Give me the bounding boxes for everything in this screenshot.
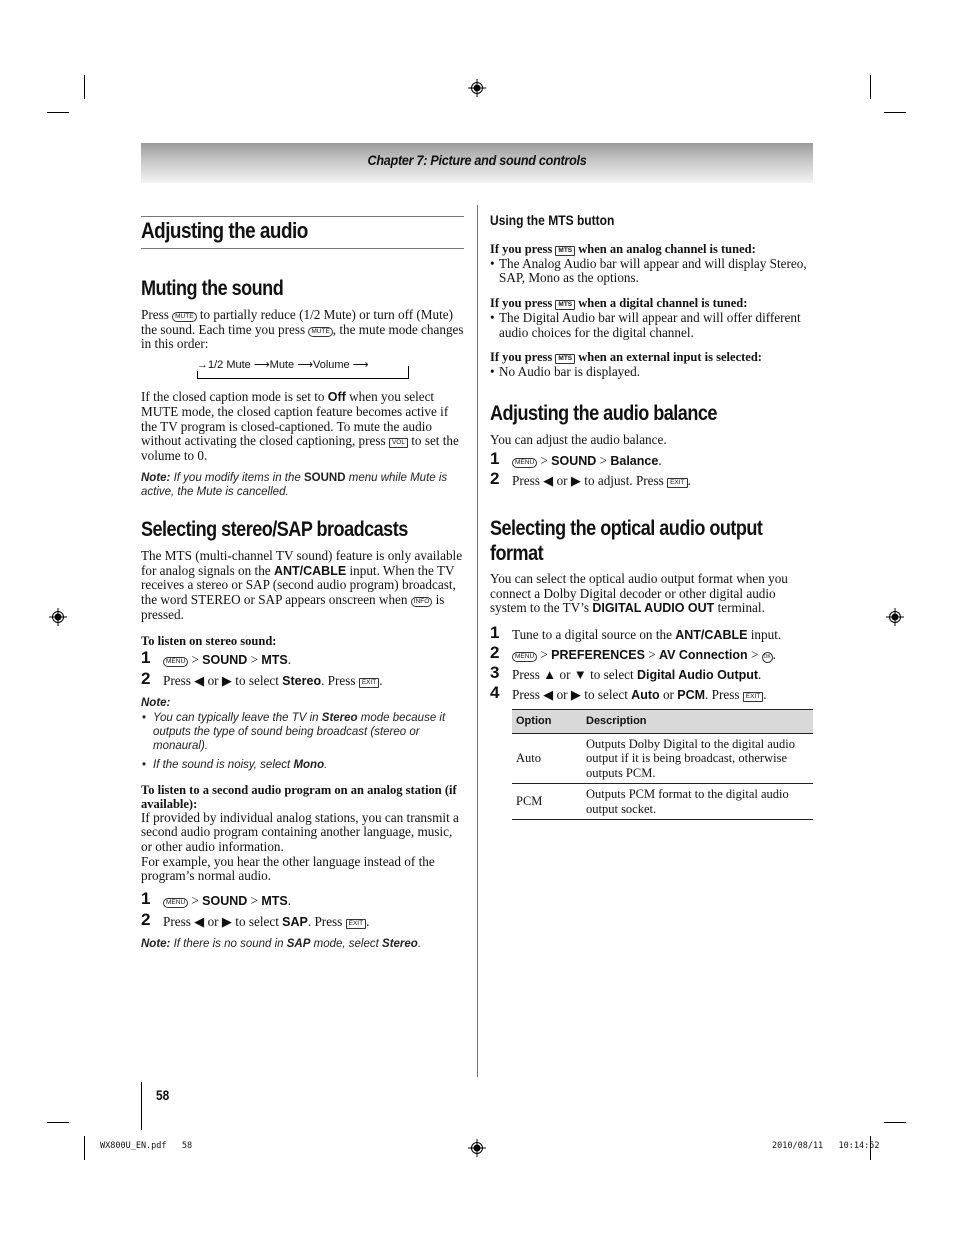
balance-step-2: 2 Press ◀ or ▶ to adjust. Press EXIT. [490, 469, 691, 489]
balance-section: You can adjust the audio balance. 1 MENU… [490, 432, 815, 489]
option-cell: Auto [512, 732, 582, 784]
section-heading-muting: Muting the sound [141, 277, 284, 300]
registration-mark-icon [468, 79, 486, 97]
crop-mark [870, 75, 871, 99]
crop-mark [884, 112, 906, 113]
mts-key-icon: MTS [555, 246, 576, 256]
info-key-icon: INFO [410, 597, 433, 608]
exit-key-icon: EXIT [742, 691, 764, 702]
muting-section: Press MUTE to partially reduce (1/2 Mute… [141, 307, 466, 499]
mts-item: If you press MTS when a digital channel … [490, 296, 815, 340]
exit-key-icon: EXIT [345, 918, 367, 929]
optical-step-4: 4 Press ◀ or ▶ to select Auto or PCM. Pr… [490, 682, 767, 702]
sap-subheading: To listen to a second audio program on a… [141, 782, 457, 811]
crop-mark [884, 1122, 906, 1123]
file-info: WX800U_EN.pdf 58 [100, 1141, 193, 1151]
section-heading-stereo: Selecting stereo/SAP broadcasts [141, 518, 408, 541]
muting-paragraph: Press MUTE to partially reduce (1/2 Mute… [141, 307, 464, 352]
column-header: Option [512, 709, 582, 734]
mute-cycle-diagram: →1/2 Mute ⟶Mute ⟶Volume ⟶ [141, 359, 466, 384]
crop-mark [47, 1122, 69, 1123]
title-rule-bottom [141, 248, 464, 249]
volume-key-icon: VOL [388, 438, 408, 449]
mute-key-icon: MUTE [308, 326, 333, 337]
mts-item: If you press MTS when an analog channel … [490, 242, 815, 286]
title-rule-top [141, 216, 464, 217]
cycle-step: Volume [312, 359, 350, 372]
exit-key-icon: EXIT [358, 677, 380, 688]
option-cell: PCM [512, 783, 582, 821]
optical-step-1: 1 Tune to a digital source on the ANT/CA… [490, 623, 782, 643]
mts-section: If you press MTS when an analog channel … [490, 242, 815, 380]
crop-mark [84, 75, 85, 99]
chapter-title: Chapter 7: Picture and sound controls [367, 152, 587, 168]
note-item: If the sound is noisy, select Mono. [141, 758, 466, 772]
stereo-step-1: 1 MENU > SOUND > MTS. [141, 648, 292, 668]
registration-mark-icon [49, 608, 67, 626]
cycle-step: Mute [269, 359, 295, 372]
description-cell: Outputs PCM format to the digital audio … [582, 783, 813, 821]
crop-mark [47, 112, 69, 113]
sap-step-2: 2 Press ◀ or ▶ to select SAP. Press EXIT… [141, 909, 370, 929]
mts-button-heading: Using the MTS button [490, 212, 615, 228]
sap-paragraph: If provided by individual analog station… [141, 809, 459, 855]
muting-note: Note: If you modify items in the SOUND m… [141, 471, 448, 498]
mts-item: If you press MTS when an external input … [490, 350, 815, 379]
registration-mark-icon [886, 608, 904, 626]
stereo-step-2: 2 Press ◀ or ▶ to select Stereo. Press E… [141, 668, 383, 688]
mts-paragraph: The MTS (multi-channel TV sound) feature… [141, 548, 463, 622]
optical-step-2: 2 MENU > PREFERENCES > AV Connection > O… [490, 642, 776, 663]
stereo-section: The MTS (multi-channel TV sound) feature… [141, 548, 466, 951]
stereo-subheading: To listen on stereo sound: [141, 633, 277, 648]
column-header: Description [582, 709, 813, 734]
optical-section: You can select the optical audio output … [490, 571, 815, 821]
table-row: PCM Outputs PCM format to the digital au… [512, 783, 813, 821]
mts-key-icon: MTS [555, 354, 576, 365]
registration-mark-icon [468, 1139, 486, 1157]
closed-caption-paragraph: If the closed caption mode is set to Off… [141, 389, 459, 463]
note-item: You can typically leave the TV in Stereo… [141, 711, 466, 753]
optical-step-3: 3 Press ▲ or ▼ to select Digital Audio O… [490, 662, 762, 682]
balance-intro: You can adjust the audio balance. [490, 432, 667, 447]
chapter-header: Chapter 7: Picture and sound controls [141, 143, 813, 183]
table-header-row: Option Description [512, 709, 813, 734]
optical-intro: You can select the optical audio output … [490, 571, 788, 616]
table-row: Auto Outputs Dolby Digital to the digita… [512, 732, 813, 784]
ok-key-icon: OK [761, 651, 773, 663]
page-number-divider [141, 1082, 142, 1130]
cycle-step: 1/2 Mute [208, 359, 251, 372]
menu-key-icon: MENU [512, 651, 538, 662]
mts-key-icon: MTS [555, 300, 576, 311]
menu-key-icon: MENU [512, 457, 538, 468]
exit-key-icon: EXIT [667, 478, 688, 489]
page-title: Adjusting the audio [141, 218, 308, 243]
sap-note: Note: If there is no sound in SAP mode, … [141, 937, 422, 950]
description-cell: Outputs Dolby Digital to the digital aud… [582, 732, 813, 784]
column-divider [477, 205, 478, 1077]
menu-key-icon: MENU [163, 898, 189, 909]
balance-step-1: 1 MENU > SOUND > Balance. [490, 448, 662, 468]
menu-key-icon: MENU [163, 657, 189, 668]
sap-example-paragraph: For example, you hear the other language… [141, 853, 435, 884]
print-timestamp: 2010/08/11 10:14:52 [772, 1141, 880, 1151]
page-number: 58 [156, 1087, 170, 1103]
crop-mark [84, 1136, 85, 1160]
mute-key-icon: MUTE [172, 312, 197, 322]
section-heading-optical: Selecting the optical audio output forma… [490, 517, 763, 565]
sap-step-1: 1 MENU > SOUND > MTS. [141, 889, 292, 909]
output-options-table: Option Description Auto Outputs Dolby Di… [512, 709, 813, 821]
stereo-notes: Note: You can typically leave the TV in … [141, 696, 466, 772]
section-heading-balance: Adjusting the audio balance [490, 402, 717, 425]
